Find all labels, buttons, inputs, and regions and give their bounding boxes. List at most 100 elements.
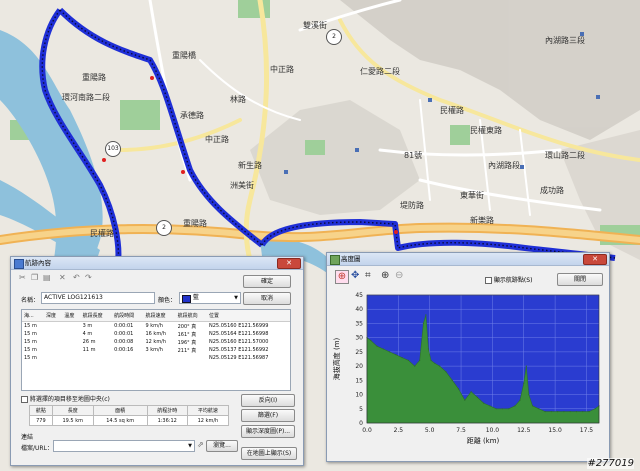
data-point [439, 365, 441, 367]
paste-icon[interactable]: ▤ [43, 273, 51, 282]
data-point [430, 359, 432, 361]
redo-icon[interactable]: ↷ [85, 273, 92, 282]
open-link-icon[interactable]: ⇗ [197, 440, 204, 449]
map-street-label: 新樂路 [470, 216, 494, 225]
map-street-label: 東華街 [460, 191, 484, 200]
reverse-button[interactable]: 反向(I) [241, 394, 295, 407]
data-point [414, 365, 416, 367]
pan-tool-icon[interactable]: ✥ [351, 270, 359, 281]
table-cell: 12 km/h [145, 339, 167, 345]
select-tool-icon[interactable]: ⊕ [335, 270, 349, 284]
data-point [370, 339, 372, 342]
route-shield: 2 [156, 220, 172, 236]
map-street-label: 堤防路 [400, 201, 424, 210]
color-select[interactable]: 藍 ▼ [179, 292, 241, 304]
elevation-chart[interactable]: 0 5 10 15 20 25 30 35 40 45 0.0 2.5 5.0 7.5 10.0 12.5 15… [327, 289, 609, 459]
profile-icon [330, 255, 340, 265]
data-point [422, 322, 424, 324]
table-cell [81, 354, 112, 362]
browse-button[interactable]: 瀏覽... [206, 440, 238, 452]
data-point [434, 362, 436, 364]
column-header[interactable]: 深度 [44, 310, 63, 322]
table-row[interactable]: 15 m 4 m 0:00:01 16 km/h 161° 真 N25.05164 E12… [22, 330, 290, 338]
table-cell: N25.05164 E121.56998 [209, 331, 269, 337]
show-on-map-button[interactable]: 在地圖上顯示(S) [241, 447, 297, 460]
table-cell [62, 322, 80, 331]
data-point [401, 357, 403, 359]
data-point [489, 405, 491, 407]
track-stats-table: 航點 長度 面積 航程計時 平均航速 779 19.5 km 14.5 sq km 1:36:… [29, 405, 230, 427]
column-header[interactable]: 航段速度 [143, 310, 176, 322]
table-row[interactable]: 15 m 3 m 0:00:01 9 km/h 200° 真 N25.05160 E121… [22, 322, 290, 331]
stats-header: 航程計時 [146, 405, 188, 416]
table-cell: 26 m [82, 339, 96, 345]
column-header[interactable]: 航段長度 [80, 310, 113, 322]
table-row[interactable]: 15 m 26 m 0:00:08 12 km/h 196° 真 N25.05160 E1… [22, 338, 290, 346]
column-header[interactable]: 位置 [207, 310, 290, 322]
table-cell: 9 km/h [145, 323, 163, 329]
undo-icon[interactable]: ↶ [73, 273, 80, 282]
table-row[interactable]: 15 m 11 m 0:00:16 3 km/h 211° 真 N25.05137 E12… [22, 346, 290, 354]
data-point [594, 408, 596, 410]
data-point [544, 411, 546, 413]
stats-value: 1:36:12 [146, 415, 188, 426]
cut-icon[interactable]: ✂ [19, 273, 26, 282]
data-point [508, 408, 510, 410]
copy-icon[interactable]: ❐ [31, 273, 38, 282]
ok-button[interactable]: 確定 [243, 275, 291, 288]
profile-titlebar[interactable]: 高度圖 ✕ [327, 253, 609, 266]
filter-button[interactable]: 篩選(F) [241, 409, 295, 422]
center-checkbox-label: 將選擇的項目移至地圖中央(c) [29, 396, 110, 403]
column-header[interactable]: 溫度 [62, 310, 81, 322]
table-cell: 16 km/h [145, 331, 167, 337]
center-checkbox-row[interactable]: 將選擇的項目移至地圖中央(c) [21, 394, 110, 403]
data-point [563, 411, 565, 413]
show-points-checkbox-row[interactable]: 顯示航跡點(S) [485, 275, 532, 284]
x-tick-label: 7.5 [456, 427, 466, 434]
show-points-checkbox[interactable] [485, 277, 492, 284]
close-icon[interactable]: ✕ [583, 254, 607, 265]
data-point [382, 348, 384, 350]
table-cell [143, 354, 175, 362]
table-cell: 0:00:01 [114, 331, 134, 337]
center-checkbox[interactable] [21, 396, 28, 403]
data-point [525, 365, 527, 367]
close-button[interactable]: 關閉 [557, 273, 603, 286]
map-street-label: 環河南路二段 [62, 93, 110, 102]
elevation-profile-window: 高度圖 ✕ ⊕ ✥ ⌗ ⊕ ⊖ 顯示航跡點(S) 關閉 0 5 10 15 20 25 30… [326, 252, 610, 462]
table-cell [44, 346, 62, 354]
close-icon[interactable]: ✕ [277, 258, 301, 269]
trackpoint-table[interactable]: 海... 深度 溫度 航段長度 航段時間 航段速度 航段航向 位置 15 m 3 m 0:00:0… [21, 309, 291, 391]
delete-icon[interactable]: ✕ [59, 273, 66, 282]
table-header-row: 海... 深度 溫度 航段長度 航段時間 航段速度 航段航向 位置 [22, 310, 290, 322]
cancel-button[interactable]: 取消 [243, 292, 291, 305]
show-points-label: 顯示航跡點(S) [493, 277, 533, 284]
zoom-in-icon[interactable]: ⊕ [381, 270, 389, 281]
data-point [519, 399, 521, 401]
data-point [464, 399, 466, 401]
column-header[interactable]: 海... [22, 310, 44, 322]
color-value: 藍 [193, 294, 200, 301]
map-street-label: 民權東路 [470, 126, 502, 135]
data-point [470, 391, 472, 393]
show-profile-button[interactable]: 顯示深度圖(P)... [241, 425, 295, 438]
name-input[interactable]: ACTIVE LOG121613 [41, 292, 155, 304]
column-header[interactable]: 航段時間 [112, 310, 144, 322]
props-titlebar[interactable]: 航跡內容 ✕ [11, 257, 303, 270]
y-axis-label: 海拔高度 (m) [332, 337, 341, 380]
map-street-label: 雙溪街 [303, 21, 327, 30]
map-street-label: 環山路二段 [545, 151, 585, 160]
zoom-out-icon[interactable]: ⊖ [395, 270, 403, 281]
table-cell [44, 322, 62, 331]
table-row[interactable]: 15 m N25.05129 E121.56987 [22, 354, 290, 362]
data-point [528, 394, 530, 396]
column-header[interactable]: 航段航向 [175, 310, 208, 322]
table-cell: 3 m [82, 323, 93, 329]
map-street-label: 仁愛路二段 [360, 67, 400, 76]
crop-tool-icon[interactable]: ⌗ [365, 270, 371, 281]
data-point [407, 359, 409, 361]
file-url-input[interactable]: ▼ [53, 440, 195, 452]
table-cell: 4 m [82, 331, 93, 337]
table-cell [44, 330, 62, 338]
map-street-label: 重陽橋 [172, 51, 196, 60]
